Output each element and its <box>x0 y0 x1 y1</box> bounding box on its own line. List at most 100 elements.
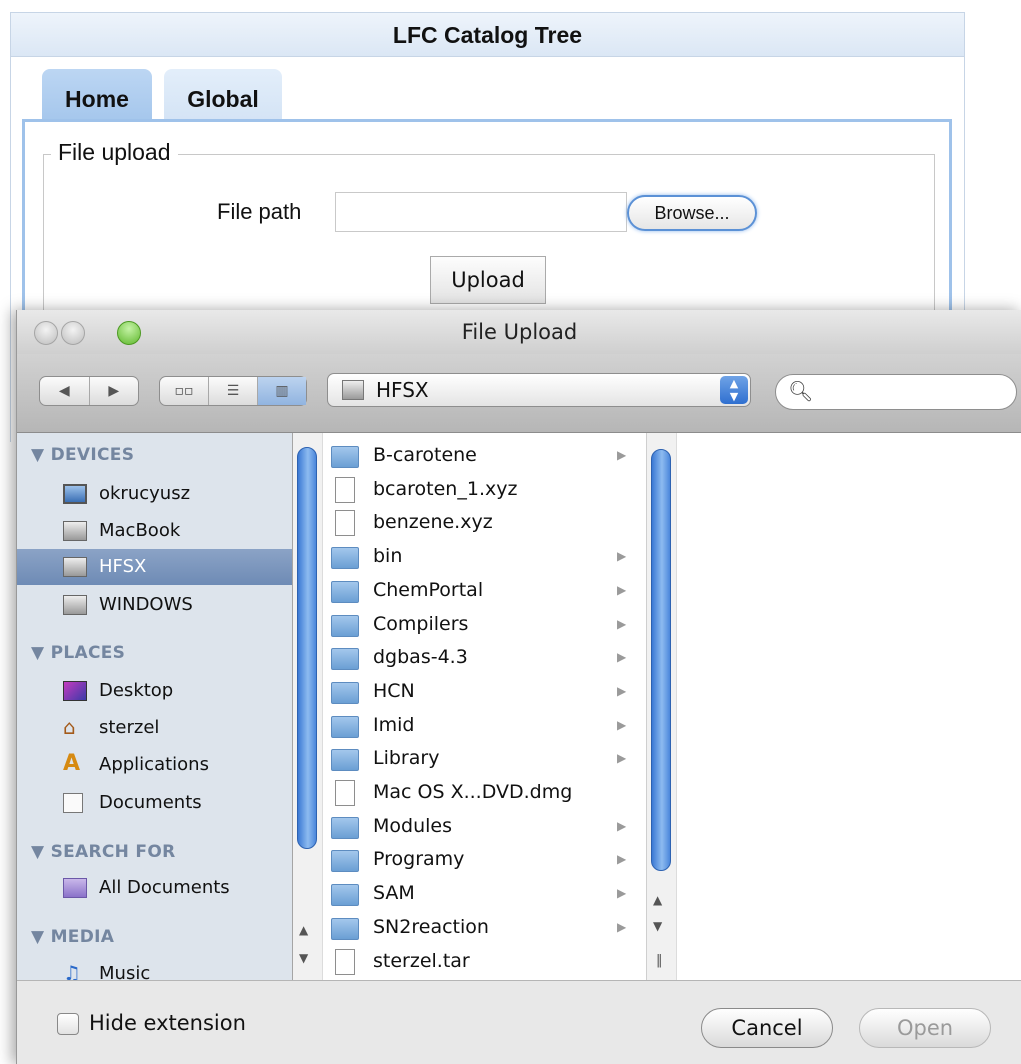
folder-icon <box>331 547 359 570</box>
document-icon <box>335 510 355 537</box>
file-column: ▲ ▼ B-carotene ▶ bcaroten_1.xyz benzene.xyz… <box>293 433 647 980</box>
file-row[interactable]: Compilers ▶ <box>329 609 639 643</box>
file-row[interactable]: sterzel.tar <box>329 946 639 980</box>
column-resize-handle[interactable]: ‖ <box>656 953 663 968</box>
view-mode-control: ▫▫ ☰ ▥ <box>159 376 307 406</box>
file-name: Programy <box>373 848 465 871</box>
disclosure-arrow-icon: ▶ <box>617 616 627 631</box>
laptop-icon <box>63 484 87 504</box>
scroll-down-icon[interactable]: ▼ <box>653 919 662 933</box>
file-row[interactable]: Programy ▶ <box>329 844 639 878</box>
disclosure-arrow-icon: ▶ <box>617 683 627 698</box>
sidebar-item-sterzel[interactable]: ⌂ sterzel <box>17 710 292 746</box>
folder-icon <box>331 850 359 873</box>
file-row[interactable]: bcaroten_1.xyz <box>329 474 639 508</box>
disclosure-arrow-icon: ▶ <box>617 717 627 732</box>
sidebar-scrollbar[interactable]: ▲ ▼ <box>293 433 323 980</box>
file-row[interactable]: Library ▶ <box>329 743 639 777</box>
search-field[interactable]: 🔍︎ <box>775 374 1017 410</box>
file-row[interactable]: Modules ▶ <box>329 811 639 845</box>
file-path-input[interactable] <box>335 192 627 232</box>
file-row[interactable]: dgbas-4.3 ▶ <box>329 642 639 676</box>
hide-extension-checkbox[interactable] <box>57 1013 79 1035</box>
sidebar-item-applications[interactable]: A Applications <box>17 747 292 783</box>
tab-global[interactable]: Global <box>164 69 282 124</box>
file-row[interactable]: Mac OS X...DVD.dmg <box>329 777 639 811</box>
upload-button[interactable]: Upload <box>430 256 546 304</box>
scroll-down-icon[interactable]: ▼ <box>299 951 308 965</box>
file-row[interactable]: Imid ▶ <box>329 710 639 744</box>
tab-home[interactable]: Home <box>42 69 152 124</box>
file-row[interactable]: HCN ▶ <box>329 676 639 710</box>
file-row[interactable]: SN2reaction ▶ <box>329 912 639 946</box>
file-name: benzene.xyz <box>373 511 493 534</box>
browse-button[interactable]: Browse... <box>627 195 757 231</box>
document-icon <box>335 948 355 975</box>
icon-view-icon[interactable]: ▫▫ <box>160 377 209 405</box>
document-icon <box>335 780 355 806</box>
dialog-toolbar: ◀ ▶ ▫▫ ☰ ▥ HFSX ▲ ▼ 🔍︎ <box>17 354 1021 433</box>
folder-icon <box>331 681 359 704</box>
file-row[interactable]: bin ▶ <box>329 541 639 575</box>
scroll-thumb[interactable] <box>297 447 317 849</box>
file-row[interactable]: SAM ▶ <box>329 878 639 912</box>
sidebar-item-macbook[interactable]: MacBook <box>17 513 292 549</box>
list-view-icon[interactable]: ☰ <box>209 377 258 405</box>
folder-icon <box>331 917 359 940</box>
music-icon: ♫ <box>63 961 81 980</box>
disclosure-arrow-icon: ▶ <box>617 886 627 901</box>
sidebar-header-devices: ▼ DEVICES <box>31 445 135 465</box>
file-row[interactable]: benzene.xyz <box>329 507 639 541</box>
file-name: SN2reaction <box>373 915 489 938</box>
location-popup[interactable]: HFSX ▲ ▼ <box>327 373 751 407</box>
file-list-scrollbar[interactable]: ▲ ▼ ‖ <box>647 433 677 980</box>
folder-icon <box>331 614 359 637</box>
back-arrow-icon[interactable]: ◀ <box>40 377 90 405</box>
folder-icon <box>331 446 359 468</box>
sidebar-item-windows[interactable]: WINDOWS <box>17 587 292 623</box>
file-name: dgbas-4.3 <box>373 646 468 669</box>
sidebar-item-hfsx[interactable]: HFSX <box>17 549 292 585</box>
file-name: bin <box>373 545 403 568</box>
forward-arrow-icon[interactable]: ▶ <box>90 377 139 405</box>
disk-icon <box>63 557 87 577</box>
hide-extension-label: Hide extension <box>89 1011 246 1035</box>
file-row[interactable]: ChemPortal ▶ <box>329 575 639 609</box>
home-icon: ⌂ <box>63 715 76 739</box>
dialog-titlebar[interactable]: File Upload <box>17 310 1021 354</box>
sidebar-item-all-documents[interactable]: All Documents <box>17 870 292 906</box>
dialog-bottom-bar: Hide extension Cancel Open <box>17 980 1021 1064</box>
sidebar-item-music[interactable]: ♫ Music <box>17 956 292 980</box>
sidebar-header-search-for: ▼ SEARCH FOR <box>31 842 176 862</box>
file-name: Mac OS X...DVD.dmg <box>373 781 573 803</box>
file-name: B-carotene <box>373 444 477 466</box>
disclosure-arrow-icon: ▶ <box>617 852 627 867</box>
column-view-icon[interactable]: ▥ <box>258 377 306 405</box>
sidebar-item-desktop[interactable]: Desktop <box>17 673 292 709</box>
popup-arrows-icon: ▲ ▼ <box>720 376 748 404</box>
file-name: HCN <box>373 679 415 702</box>
sidebar-item-documents[interactable]: Documents <box>17 785 292 821</box>
file-name: SAM <box>373 882 415 905</box>
cancel-button[interactable]: Cancel <box>701 1008 833 1048</box>
sidebar: ▼ DEVICES okrucyusz MacBook HFSX WINDOWS… <box>17 433 293 980</box>
file-path-label: File path <box>217 199 302 224</box>
scroll-thumb[interactable] <box>651 449 671 871</box>
open-button[interactable]: Open <box>859 1008 991 1048</box>
sidebar-header-media: ▼ MEDIA <box>31 927 115 947</box>
folder-icon <box>331 884 359 907</box>
disclosure-arrow-icon: ▶ <box>617 650 627 665</box>
scroll-up-icon[interactable]: ▲ <box>299 923 308 937</box>
file-row[interactable]: B-carotene ▶ <box>329 440 639 474</box>
hard-disk-icon <box>342 380 364 400</box>
preview-column: ▲ ▼ ‖ <box>647 433 1021 980</box>
back-forward-control: ◀ ▶ <box>39 376 139 406</box>
disclosure-arrow-icon: ▶ <box>617 818 627 833</box>
file-name: Modules <box>373 814 452 837</box>
sidebar-item-okrucyusz[interactable]: okrucyusz <box>17 476 292 512</box>
file-name: Compilers <box>373 612 469 635</box>
disclosure-arrow-icon: ▶ <box>617 549 627 564</box>
folder-icon <box>331 749 359 772</box>
file-upload-dialog: File Upload ◀ ▶ ▫▫ ☰ ▥ HFSX ▲ ▼ 🔍︎ ▼ DEVI… <box>16 310 1021 1064</box>
scroll-up-icon[interactable]: ▲ <box>653 893 662 907</box>
